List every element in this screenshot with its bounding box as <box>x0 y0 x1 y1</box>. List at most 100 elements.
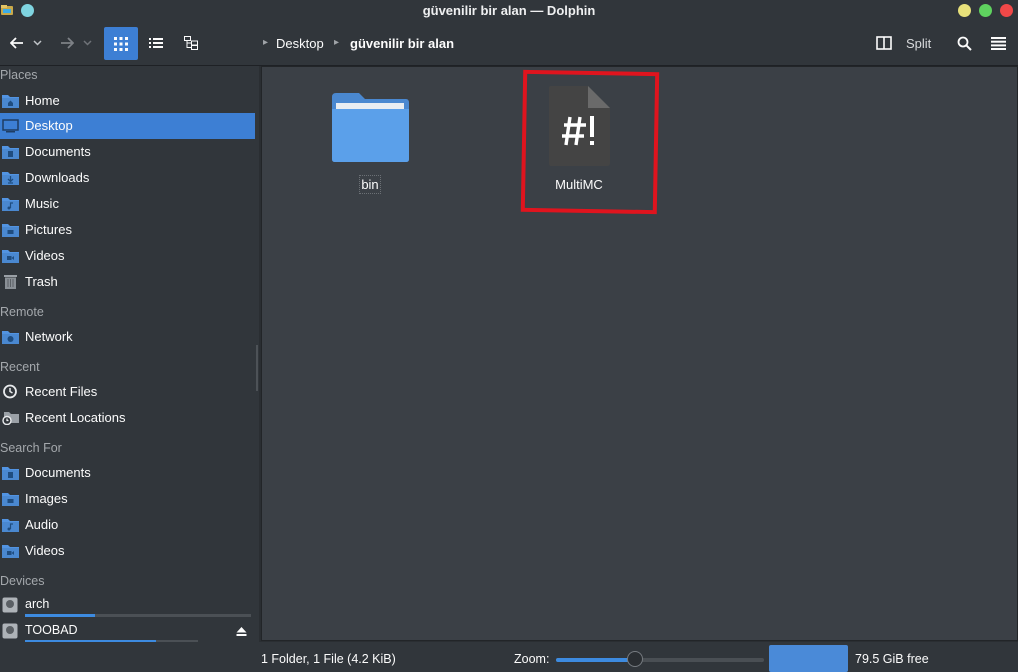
file-item-folder[interactable]: bin <box>325 89 415 199</box>
sidebar-item-label: Music <box>25 196 59 211</box>
recent-folder-icon <box>2 412 19 425</box>
clock-icon <box>3 384 17 399</box>
eject-icon[interactable] <box>236 626 247 637</box>
zoom-slider-handle[interactable] <box>627 651 644 667</box>
sidebar-item-desktop[interactable]: Desktop <box>0 113 255 139</box>
sidebar-item-search-audio[interactable]: Audio <box>0 512 255 538</box>
menu-icon <box>990 36 1006 50</box>
file-name: bin <box>359 175 381 194</box>
window-title: güvenilir bir alan — Dolphin <box>422 3 596 18</box>
documents-folder-icon <box>2 467 19 480</box>
remote-header: Remote <box>0 305 44 319</box>
arrow-right-icon <box>61 37 74 49</box>
free-space-bar <box>769 645 848 672</box>
sidebar-item-recent-files[interactable]: Recent Files <box>0 379 255 405</box>
device-label: TOOBAD <box>25 623 78 637</box>
sidebar-item-trash[interactable]: Trash <box>0 269 255 295</box>
back-button[interactable] <box>8 34 26 52</box>
network-folder-icon <box>2 331 19 344</box>
folder-icon <box>332 93 409 162</box>
sidebar-item-label: Home <box>25 93 60 108</box>
sidebar-item-network[interactable]: Network <box>0 324 255 350</box>
sidebar-item-pictures[interactable]: Pictures <box>0 217 255 243</box>
status-summary: 1 Folder, 1 File (4.2 KiB) <box>261 652 396 666</box>
sidebar-item-downloads[interactable]: Downloads <box>0 165 255 191</box>
sidebar-item-label: Documents <box>25 144 91 159</box>
sidebar-item-label: Videos <box>25 248 65 263</box>
recent-header: Recent <box>0 360 40 374</box>
device-label: arch <box>25 597 50 611</box>
sidebar-item-recent-locations[interactable]: Recent Locations <box>0 405 255 431</box>
tree-view-button[interactable] <box>181 34 201 52</box>
sidebar-item-music[interactable]: Music <box>0 191 255 217</box>
split-view-icon <box>876 36 892 50</box>
icons-view-button[interactable] <box>104 27 138 60</box>
split-button[interactable]: Split <box>876 34 938 52</box>
search-button[interactable] <box>955 34 973 52</box>
music-folder-icon <box>2 198 19 211</box>
file-item-multimc[interactable]: MultiMC <box>534 85 624 195</box>
sidebar-item-label: Videos <box>25 543 65 558</box>
sidebar-item-label: Trash <box>25 274 58 289</box>
title-bar: güvenilir bir alan — Dolphin <box>0 0 1018 22</box>
sidebar-item-videos[interactable]: Videos <box>0 243 255 269</box>
places-header: Places <box>0 68 38 82</box>
sidebar-item-documents[interactable]: Documents <box>0 139 255 165</box>
device-usage-fill <box>25 614 96 617</box>
search-for-header: Search For <box>0 441 62 455</box>
zoom-slider[interactable] <box>556 651 764 667</box>
audio-folder-icon <box>2 519 19 532</box>
free-space-label: 79.5 GiB free <box>855 652 929 666</box>
zoom-label: Zoom: <box>514 652 550 666</box>
forward-history-dropdown[interactable] <box>81 38 93 48</box>
chevron-down-icon <box>32 40 42 46</box>
minimize-button[interactable] <box>958 4 971 17</box>
maximize-button[interactable] <box>979 4 992 17</box>
sidebar-item-label: Recent Files <box>25 384 98 399</box>
search-icon <box>957 36 972 51</box>
status-bar: 1 Folder, 1 File (4.2 KiB) Zoom: 79.5 Gi… <box>0 642 1018 672</box>
sidebar-device-arch[interactable]: arch <box>0 596 255 620</box>
panel-resize-handle[interactable] <box>256 345 258 391</box>
sidebar-item-label: Recent Locations <box>25 410 126 425</box>
close-button[interactable] <box>1000 4 1013 17</box>
sidebar-item-label: Downloads <box>25 170 90 185</box>
file-view[interactable]: bin MultiMC <box>261 66 1018 641</box>
zoom-slider-fill <box>556 658 636 662</box>
videos-folder-icon <box>2 545 19 558</box>
tree-view-icon <box>184 36 198 50</box>
sidebar-item-label: Desktop <box>25 118 73 133</box>
toolbar: ▸ Desktop ▸ güvenilir bir alan Split <box>0 22 1018 66</box>
chevron-down-icon <box>82 40 92 46</box>
grid-view-icon <box>114 36 128 51</box>
images-folder-icon <box>2 493 19 506</box>
sidebar-item-search-images[interactable]: Images <box>0 486 255 512</box>
back-history-dropdown[interactable] <box>31 38 43 48</box>
desktop-icon <box>2 119 19 133</box>
downloads-folder-icon <box>2 172 19 185</box>
chevron-right-icon: ▸ <box>334 37 340 48</box>
sidebar-item-search-documents[interactable]: Documents <box>0 460 255 486</box>
breadcrumb-desktop[interactable]: Desktop <box>276 36 324 51</box>
script-file-icon <box>549 86 610 166</box>
sidebar-item-search-videos[interactable]: Videos <box>0 538 255 564</box>
device-usage-bar <box>25 614 251 617</box>
file-name: MultiMC <box>555 177 603 192</box>
breadcrumb-current-folder[interactable]: güvenilir bir alan <box>350 36 454 51</box>
places-panel: Places Home Desktop Documents Downloads … <box>0 66 259 672</box>
forward-button[interactable] <box>58 34 76 52</box>
hamburger-menu-button[interactable] <box>989 34 1007 52</box>
trash-icon <box>4 275 17 289</box>
sidebar-item-label: Images <box>25 491 68 506</box>
hard-drive-icon <box>2 623 18 639</box>
sidebar-item-label: Pictures <box>25 222 72 237</box>
details-view-button[interactable] <box>146 34 166 52</box>
home-folder-icon <box>2 95 19 108</box>
devices-header: Devices <box>0 574 45 588</box>
sidebar-item-label: Documents <box>25 465 91 480</box>
hard-drive-icon <box>2 597 18 613</box>
pictures-folder-icon <box>2 224 19 237</box>
sidebar-item-home[interactable]: Home <box>0 88 255 114</box>
list-view-icon <box>149 38 163 48</box>
sidebar-item-label: Network <box>25 329 73 344</box>
